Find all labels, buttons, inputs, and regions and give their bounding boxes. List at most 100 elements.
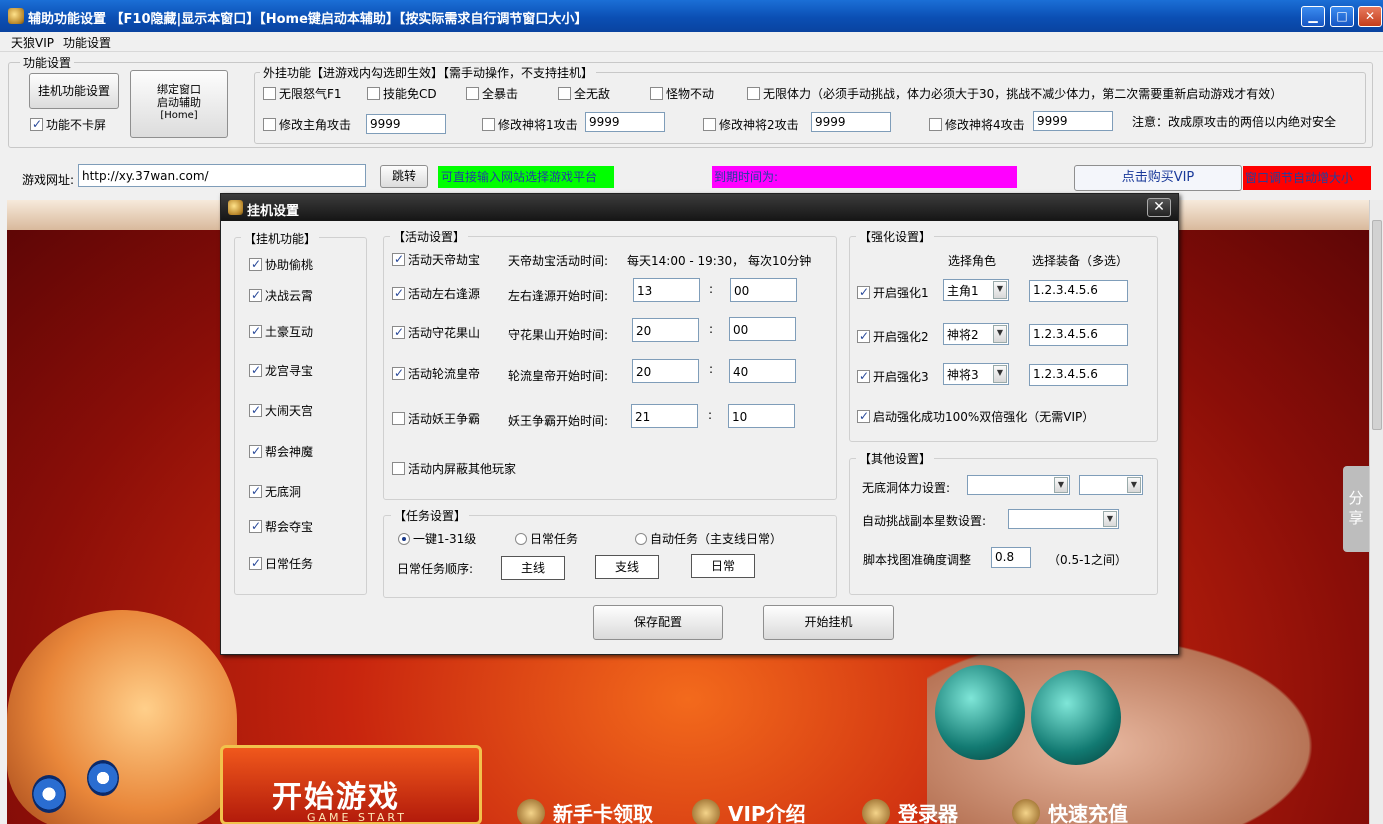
edit-general1-attack-checkbox[interactable]: 修改神将1攻击 [482,118,578,132]
checkbox-label: 土豪互动 [265,325,314,339]
save-config-button[interactable]: 保存配置 [593,605,723,640]
activity-checkbox[interactable]: 活动轮流皇帝 [392,366,480,381]
task-order-side-button[interactable]: 支线 [595,555,659,579]
strengthen-equip-input[interactable]: 1.2.3.4.5.6 [1029,324,1128,346]
hang-item-checkbox[interactable]: 龙宫寻宝 [249,363,313,378]
strengthen-role-select[interactable]: 神将2 ▼ [943,323,1009,345]
stars-select[interactable]: ▼ [1008,509,1119,529]
scrollbar-thumb[interactable] [1372,220,1382,430]
stamina-select-secondary[interactable]: ▼ [1079,475,1143,495]
close-button[interactable]: ✕ [1358,6,1382,27]
activity-minute-input[interactable]: 00 [730,278,797,302]
activity-minute-input[interactable]: 10 [728,404,795,428]
checkbox-label: 技能免CD [383,87,437,101]
general4-attack-input[interactable]: 9999 [1033,111,1113,131]
activity-hour-input[interactable]: 13 [633,278,700,302]
bind-window-button[interactable]: 绑定窗口 启动辅助 [Home] [130,70,228,138]
activity-checkbox[interactable]: 活动守花果山 [392,325,480,340]
task-settings-legend: 【任务设置】 [391,507,470,524]
dropdown-arrow-icon: ▼ [993,365,1007,383]
activity-hour-input[interactable]: 21 [631,404,698,428]
strengthen-role-select[interactable]: 主角1 ▼ [943,279,1009,301]
main-title-bar: 辅助功能设置 【F10隐藏|显示本窗口】【Home键启动本辅助】【按实际需求自行… [0,0,1383,32]
checkbox-box [857,285,870,299]
game-menu-launcher[interactable]: 登录器 [862,798,958,824]
hang-item-checkbox[interactable]: 土豪互动 [249,324,314,339]
activity-checkbox[interactable]: 活动左右逢源 [392,286,480,301]
strengthen-checkbox[interactable]: 开启强化3 [857,369,929,384]
hang-function-legend: 【挂机功能】 [241,230,320,247]
maximize-button[interactable]: □ [1330,6,1354,27]
game-menu-newbie-card[interactable]: 新手卡领取 [517,798,653,824]
edit-general2-attack-checkbox[interactable]: 修改神将2攻击 [703,118,799,132]
minimize-button[interactable]: ▁ [1301,6,1325,27]
dialog-close-button[interactable]: ✕ [1147,198,1171,217]
menu-item-settings[interactable]: 功能设置 [63,34,111,51]
checkbox-box [482,118,495,131]
hang-item-checkbox[interactable]: 决战云霄 [249,288,314,303]
hang-item-checkbox[interactable]: 日常任务 [249,556,313,571]
buy-vip-button[interactable]: 点击购买VIP [1074,165,1242,191]
all-crit-checkbox[interactable]: 全暴击 [466,87,518,101]
activity-minute-input[interactable]: 40 [729,359,796,383]
radio-label: 自动任务（主支线日常） [650,532,783,546]
block-players-checkbox[interactable]: 活动内屏蔽其他玩家 [392,462,516,476]
jump-button[interactable]: 跳转 [380,165,428,188]
activity-checkbox[interactable]: 活动天帝劫宝 [392,252,480,267]
edit-hero-attack-checkbox[interactable]: 修改主角攻击 [263,118,351,132]
hang-item-checkbox[interactable]: 大闹天宫 [249,403,313,418]
stars-label: 自动挑战副本星数设置: [862,514,987,528]
activity-checkbox[interactable]: 活动妖王争霸 [392,412,480,426]
task-order-main-button[interactable]: 主线 [501,556,565,580]
task-order-daily-button[interactable]: 日常 [691,554,755,578]
radio-label: 日常任务 [530,532,579,546]
monster-freeze-checkbox[interactable]: 怪物不动 [650,87,714,101]
game-menu-recharge[interactable]: 快速充值 [1012,798,1128,824]
artwork-orb-left [935,665,1025,760]
activity-time-label: 左右逢源开始时间: [508,289,609,303]
skill-no-cd-checkbox[interactable]: 技能免CD [367,87,437,101]
hang-settings-button[interactable]: 挂机功能设置 [29,73,119,109]
general1-attack-input[interactable]: 9999 [585,112,665,132]
checkbox-box [30,117,43,131]
stamina-select[interactable]: ▼ [967,475,1070,495]
general2-attack-input[interactable]: 9999 [811,112,891,132]
invincible-checkbox[interactable]: 全无敌 [558,87,610,101]
hang-item-checkbox[interactable]: 帮会夺宝 [249,519,313,534]
hero-attack-input[interactable]: 9999 [366,114,446,134]
game-menu-vip[interactable]: VIP介绍 [692,798,806,824]
menu-item-vip[interactable]: 天狼VIP [11,34,54,51]
hang-item-checkbox[interactable]: 协助偷桃 [249,257,313,272]
task-radio[interactable]: 一键1-31级 [398,532,476,546]
activity-minute-input[interactable]: 00 [729,317,796,341]
browser-scrollbar[interactable] [1369,200,1383,824]
url-input[interactable]: http://xy.37wan.com/ [78,164,366,187]
no-lag-checkbox[interactable]: 功能不卡屏 [30,117,106,132]
strengthen-role-select[interactable]: 神将3 ▼ [943,363,1009,385]
edit-general4-attack-checkbox[interactable]: 修改神将4攻击 [929,118,1025,132]
checkbox-label: 修改神将2攻击 [719,118,799,132]
task-radio[interactable]: 日常任务 [515,532,578,546]
task-radio[interactable]: 自动任务（主支线日常） [635,532,782,546]
activity-hour-input[interactable]: 20 [632,318,699,342]
role-column-header: 选择角色 [948,254,997,268]
strengthen-checkbox[interactable]: 开启强化1 [857,285,929,300]
start-hang-button[interactable]: 开始挂机 [763,605,894,640]
infinite-rage-checkbox[interactable]: 无限怒气F1 [263,87,342,101]
strengthen-checkbox[interactable]: 开启强化2 [857,329,929,344]
accuracy-input[interactable]: 0.8 [991,547,1031,568]
double-strengthen-checkbox[interactable]: 启动强化成功100%双倍强化（无需VIP） [857,409,1094,424]
infinite-stamina-checkbox[interactable]: 无限体力（必须手动挑战，体力必须大于30，挑战不减少体力，第二次需要重新启动游戏… [747,87,1282,101]
strengthen-equip-input[interactable]: 1.2.3.4.5.6 [1029,364,1128,386]
share-tab[interactable]: 分 享 [1343,466,1369,552]
share-char-2: 享 [1348,509,1364,527]
hang-item-checkbox[interactable]: 无底洞 [249,484,301,499]
hang-item-checkbox[interactable]: 帮会神魔 [249,444,313,459]
checkbox-box [392,462,405,475]
select-value: 神将3 [947,368,979,382]
horse-eye-right [87,760,119,796]
checkbox-label: 决战云霄 [265,289,314,303]
game-menu-label: 登录器 [898,802,958,824]
strengthen-equip-input[interactable]: 1.2.3.4.5.6 [1029,280,1128,302]
activity-hour-input[interactable]: 20 [632,359,699,383]
